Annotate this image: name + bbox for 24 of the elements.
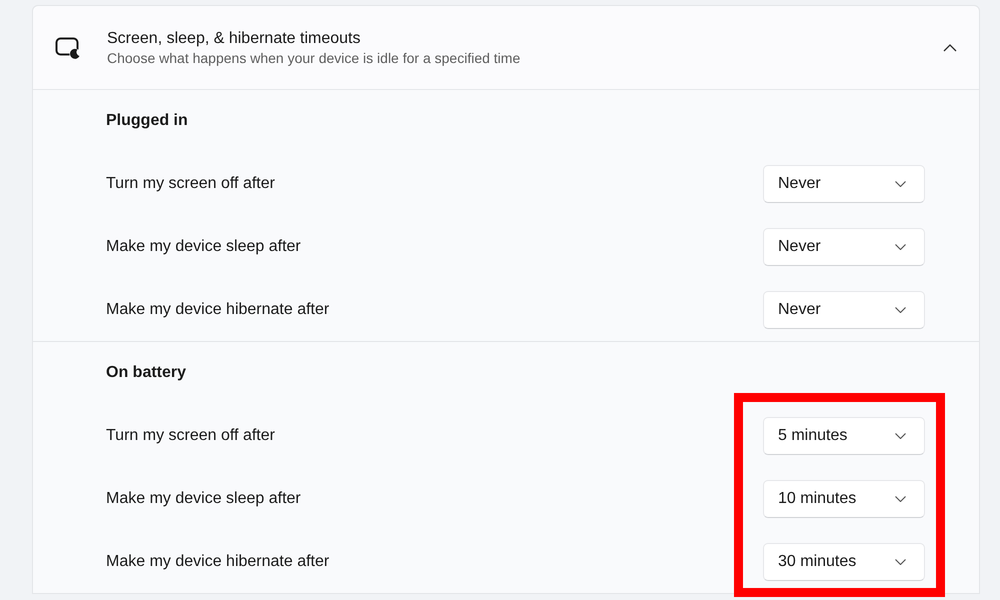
setting-label: Make my device hibernate after: [106, 552, 330, 572]
chevron-down-icon: [895, 306, 906, 312]
screen-sleep-icon: [55, 36, 81, 58]
timeout-dropdown[interactable]: 10 minutes: [763, 480, 925, 518]
timeout-dropdown[interactable]: Never: [763, 164, 925, 202]
timeout-dropdown[interactable]: Never: [763, 228, 925, 266]
group-heading: Plugged in: [106, 111, 188, 131]
chevron-down-icon: [895, 496, 906, 502]
setting-label: Turn my screen off after: [106, 174, 276, 194]
chevron-down-icon: [895, 432, 906, 438]
chevron-up-icon[interactable]: [943, 44, 957, 52]
setting-label: Make my device sleep after: [106, 236, 302, 256]
timeout-dropdown[interactable]: 30 minutes: [763, 542, 925, 580]
section-subtitle: Choose what happens when your device is idle for a specified time: [107, 48, 522, 66]
chevron-down-icon: [895, 558, 906, 564]
timeout-dropdown[interactable]: Never: [763, 290, 925, 328]
setting-label: Turn my screen off after: [106, 426, 276, 446]
setting-label: Make my device hibernate after: [106, 300, 330, 320]
chevron-down-icon: [895, 244, 906, 250]
timeout-dropdown[interactable]: 5 minutes: [763, 416, 925, 454]
chevron-down-icon: [895, 180, 906, 186]
group-heading: On battery: [106, 363, 186, 383]
setting-label: Make my device sleep after: [106, 488, 302, 508]
section-title: Screen, sleep, & hibernate timeouts: [107, 28, 362, 48]
